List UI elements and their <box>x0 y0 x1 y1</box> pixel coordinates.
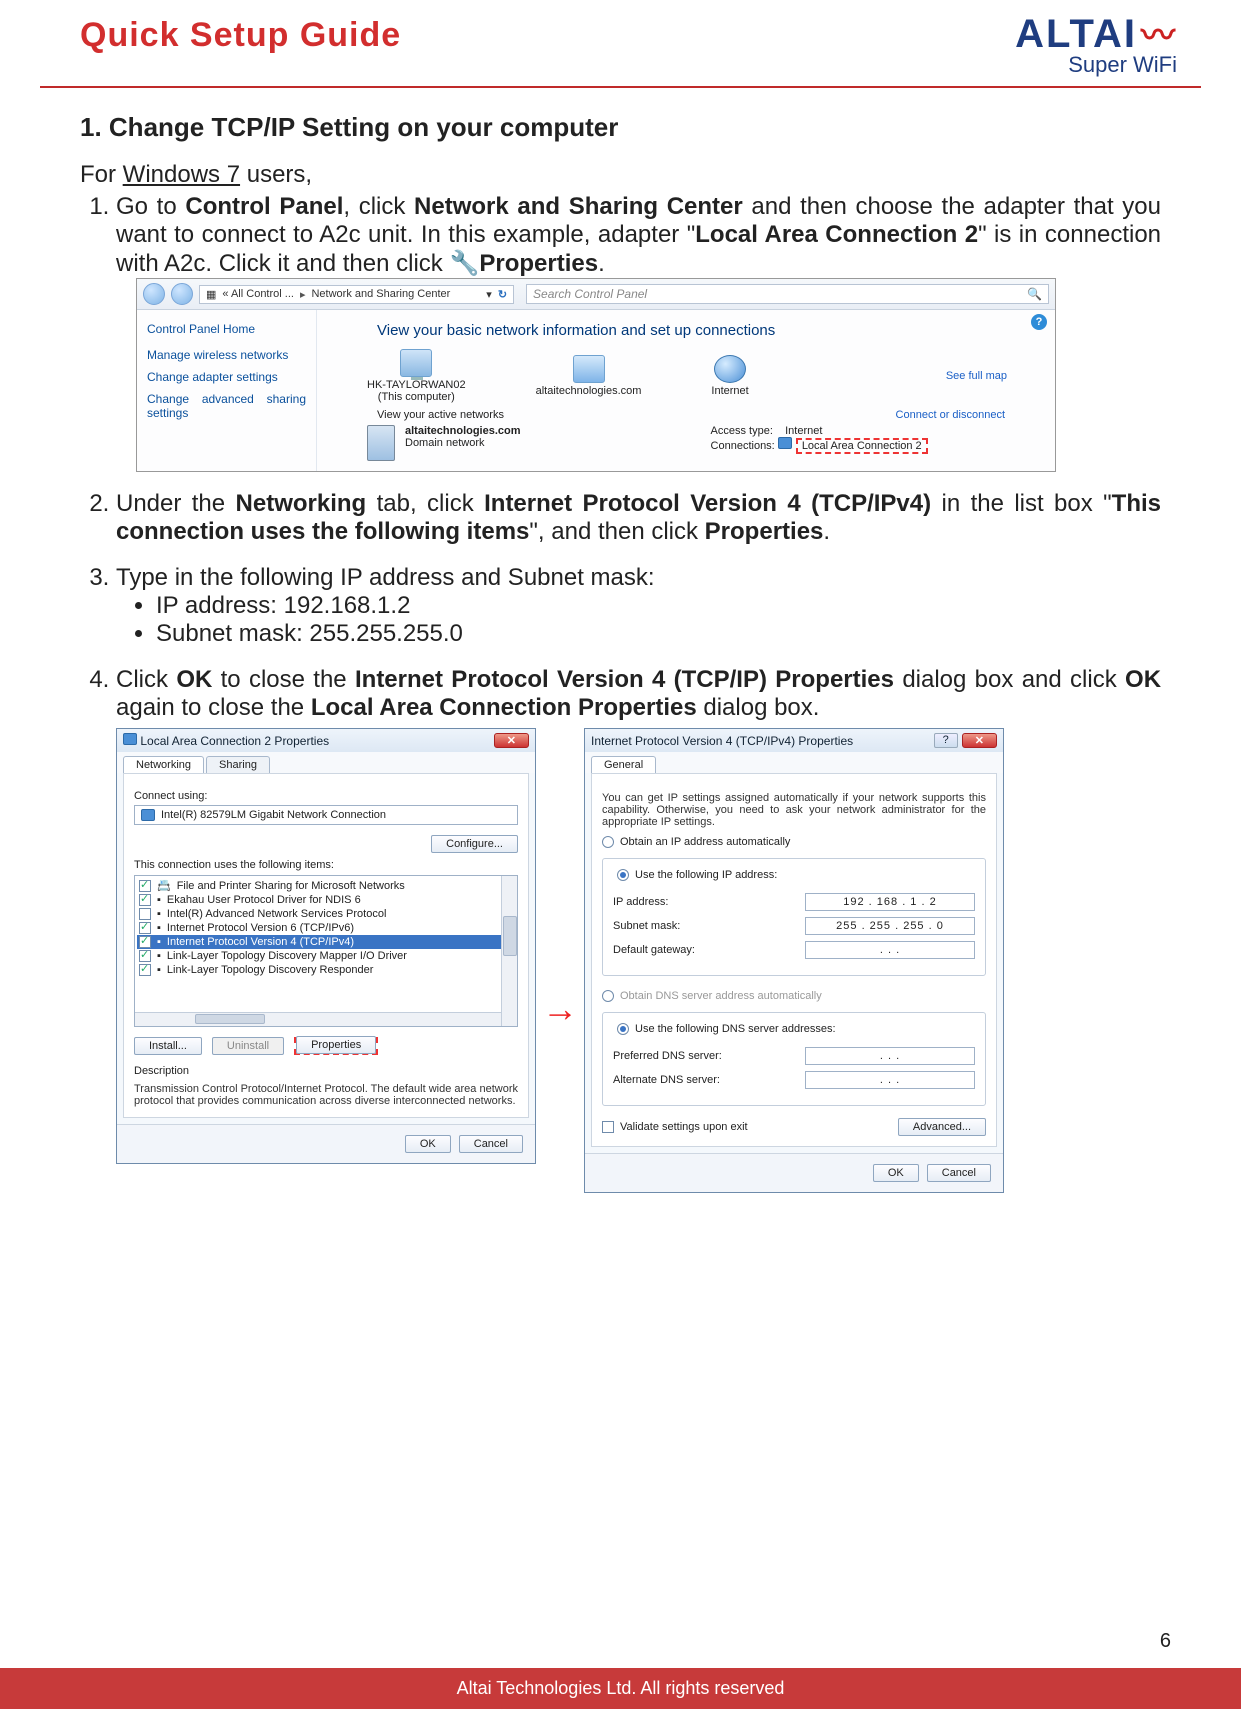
footer-copyright: Altai Technologies Ltd. All rights reser… <box>0 1668 1241 1709</box>
adapter-icon <box>778 437 792 449</box>
network-icon <box>573 355 605 383</box>
intro-line: For Windows 7 users, <box>80 161 1161 189</box>
domain-type: Domain network <box>405 437 521 449</box>
tab-general[interactable]: General <box>591 756 656 773</box>
guide-title: Quick Setup Guide <box>80 16 401 55</box>
radio-manual-ip[interactable] <box>617 869 629 881</box>
logo-swoosh-icon: 〰 <box>1141 21 1177 52</box>
scrollbar-vertical[interactable] <box>501 876 517 1026</box>
list-item-selected[interactable]: ▪ Internet Protocol Version 4 (TCP/IPv4) <box>137 935 515 949</box>
checkbox-icon[interactable] <box>139 908 151 920</box>
domain-name: altaitechnologies.com <box>405 425 521 437</box>
step-3: Type in the following IP address and Sub… <box>116 564 1161 648</box>
sidebar-link-adapter[interactable]: Change adapter settings <box>147 370 306 384</box>
tab-sharing[interactable]: Sharing <box>206 756 270 773</box>
radio-auto-ip[interactable] <box>602 836 614 848</box>
internet-icon <box>714 355 746 383</box>
subnet-mask-field[interactable]: 255 . 255 . 255 . 0 <box>805 917 975 935</box>
control-panel-icon: ▦ <box>206 288 216 301</box>
checkbox-icon[interactable] <box>139 880 151 892</box>
header-divider <box>40 86 1201 88</box>
connection-link-highlighted[interactable]: Local Area Connection 2 <box>796 438 928 454</box>
screenshot-network-sharing-center: ▦ « All Control ...▸ Network and Sharing… <box>136 278 1056 472</box>
connect-disconnect-link[interactable]: Connect or disconnect <box>896 409 1005 421</box>
close-button[interactable]: ✕ <box>494 733 529 748</box>
checkbox-icon[interactable] <box>139 936 151 948</box>
cancel-button[interactable]: Cancel <box>459 1135 523 1153</box>
search-icon: 🔍 <box>1027 287 1042 301</box>
brand-logo: ALTAI〰 Super WiFi <box>1015 16 1177 78</box>
scrollbar-horizontal[interactable] <box>135 1012 501 1026</box>
screenshot-ipv4-properties: Internet Protocol Version 4 (TCP/IPv4) P… <box>584 728 1004 1193</box>
ok-button[interactable]: OK <box>873 1164 919 1182</box>
subnet-mask-value: Subnet mask: 255.255.255.0 <box>156 620 1161 648</box>
items-label: This connection uses the following items… <box>134 859 518 871</box>
ok-button[interactable]: OK <box>405 1135 451 1153</box>
see-full-map-link[interactable]: See full map <box>946 370 1007 382</box>
help-button[interactable]: ? <box>934 733 958 748</box>
step-1: Go to Control Panel, click Network and S… <box>116 193 1161 472</box>
description-text: Transmission Control Protocol/Internet P… <box>134 1083 518 1107</box>
cancel-button[interactable]: Cancel <box>927 1164 991 1182</box>
configure-button[interactable]: Configure... <box>431 835 518 853</box>
dns2-field[interactable]: . . . <box>805 1071 975 1089</box>
checkbox-icon[interactable] <box>139 964 151 976</box>
sidebar: Control Panel Home Manage wireless netwo… <box>137 310 317 471</box>
validate-checkbox[interactable] <box>602 1121 614 1133</box>
screenshot-connection-properties: Local Area Connection 2 Properties ✕ Net… <box>116 728 536 1164</box>
sidebar-link-advanced[interactable]: Change advanced sharing settings <box>147 392 306 420</box>
protocol-list[interactable]: 📇 File and Printer Sharing for Microsoft… <box>134 875 518 1027</box>
forward-button[interactable] <box>171 283 193 305</box>
section-heading: 1. Change TCP/IP Setting on your compute… <box>80 112 1161 143</box>
page-number: 6 <box>1160 1630 1171 1653</box>
properties-button-highlighted[interactable]: Properties <box>296 1036 376 1054</box>
breadcrumb[interactable]: ▦ « All Control ...▸ Network and Sharing… <box>199 285 514 304</box>
dns1-field[interactable]: . . . <box>805 1047 975 1065</box>
search-input[interactable]: Search Control Panel🔍 <box>526 284 1049 304</box>
sidebar-home[interactable]: Control Panel Home <box>147 322 306 336</box>
logo-text: ALTAI <box>1015 16 1137 52</box>
main-heading: View your basic network information and … <box>377 322 1045 339</box>
sidebar-link-wireless[interactable]: Manage wireless networks <box>147 348 306 362</box>
refresh-icon[interactable]: ↻ <box>498 288 507 301</box>
step-2: Under the Networking tab, click Internet… <box>116 490 1161 546</box>
nic-field: Intel(R) 82579LM Gigabit Network Connect… <box>134 805 518 825</box>
close-button[interactable]: ✕ <box>962 733 997 748</box>
gateway-field[interactable]: . . . <box>805 941 975 959</box>
step-4: Click OK to close the Internet Protocol … <box>116 666 1161 1193</box>
server-icon <box>367 425 395 461</box>
help-icon[interactable]: ? <box>1031 314 1047 330</box>
back-button[interactable] <box>143 283 165 305</box>
ip-address-value: IP address: 192.168.1.2 <box>156 592 1161 620</box>
radio-manual-dns[interactable] <box>617 1023 629 1035</box>
radio-auto-dns <box>602 990 614 1002</box>
ip-address-field[interactable]: 192 . 168 . 1 . 2 <box>805 893 975 911</box>
view-active-label: View your active networks <box>377 409 504 421</box>
tab-networking[interactable]: Networking <box>123 756 204 773</box>
uninstall-button: Uninstall <box>212 1037 284 1055</box>
arrow-icon: → <box>542 728 578 1030</box>
description-label: Description <box>134 1065 518 1077</box>
computer-icon <box>400 349 432 377</box>
window-icon <box>123 733 137 745</box>
connect-using-label: Connect using: <box>134 790 518 802</box>
checkbox-icon[interactable] <box>139 894 151 906</box>
advanced-button[interactable]: Advanced... <box>898 1118 986 1136</box>
info-text: You can get IP settings assigned automat… <box>602 792 986 828</box>
checkbox-icon[interactable] <box>139 950 151 962</box>
install-button[interactable]: Install... <box>134 1037 202 1055</box>
nic-icon <box>141 809 155 821</box>
checkbox-icon[interactable] <box>139 922 151 934</box>
